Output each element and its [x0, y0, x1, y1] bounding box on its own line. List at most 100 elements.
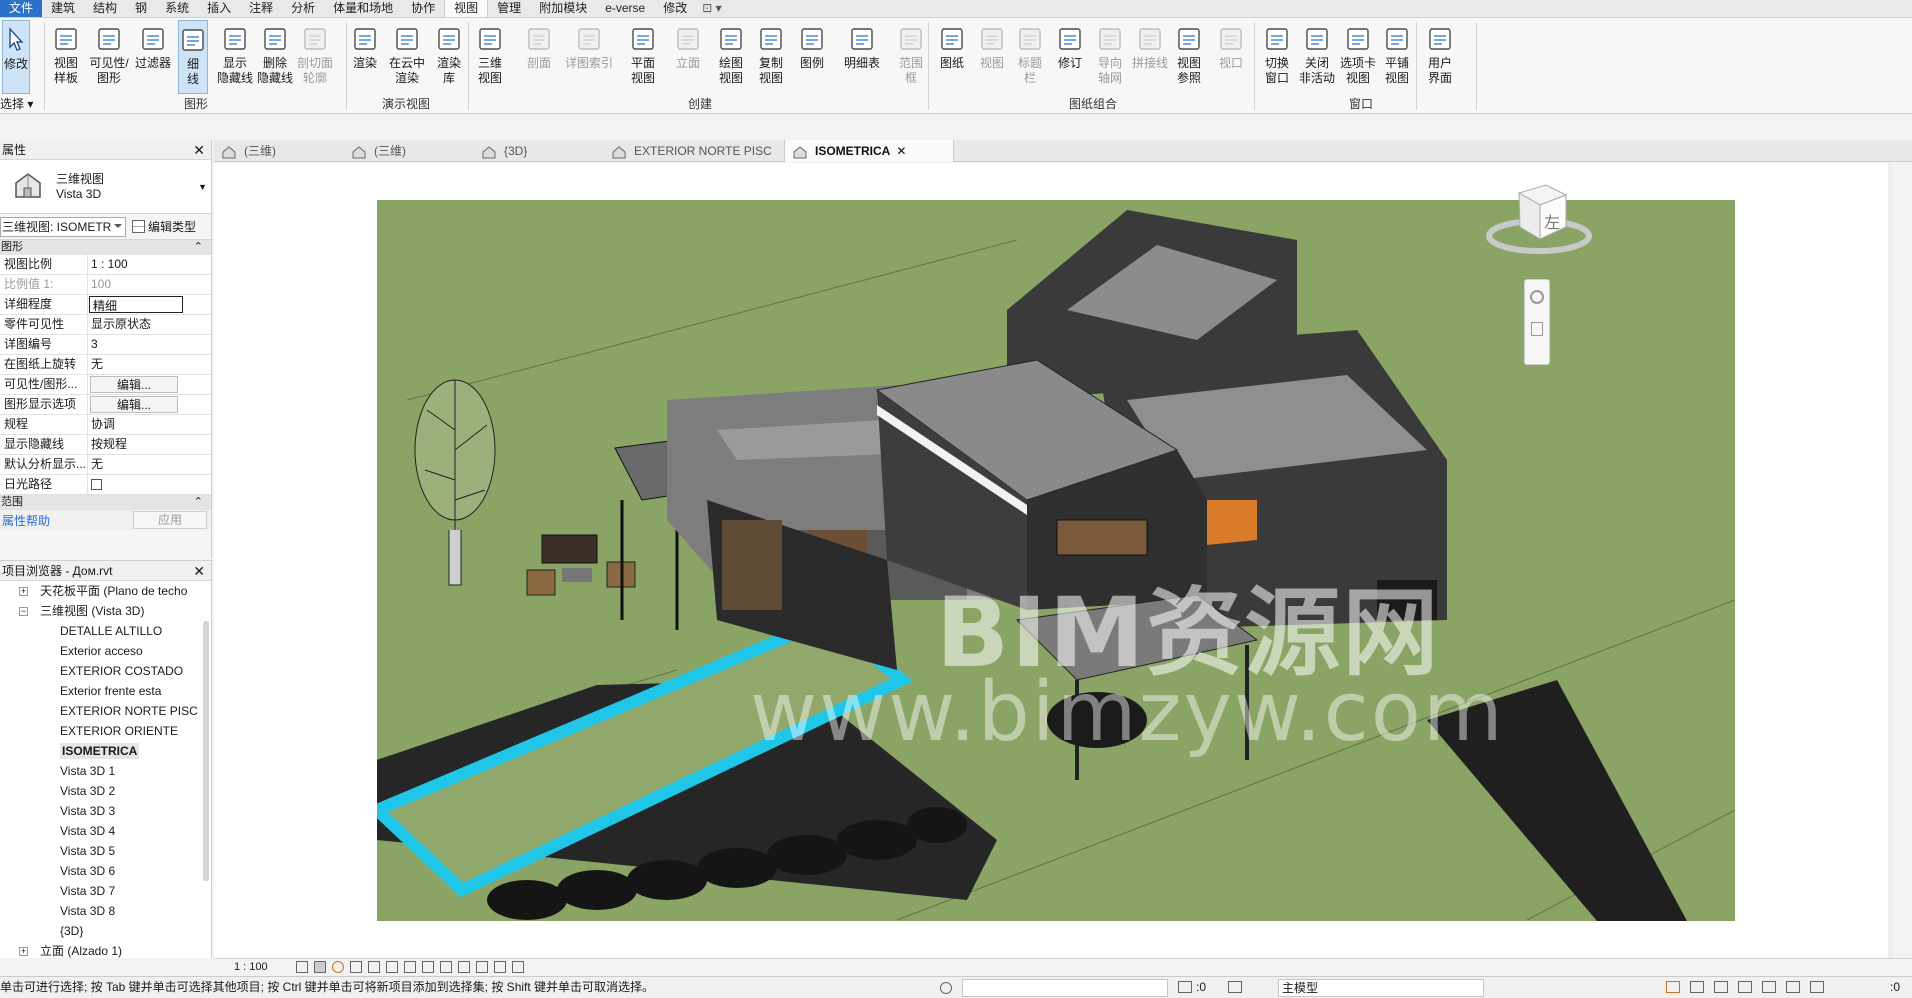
expand-icon[interactable]: +: [19, 947, 28, 956]
crop-view-icon[interactable]: [386, 961, 398, 973]
property-row[interactable]: 视图比例 1 : 100: [0, 255, 211, 275]
schedules-button[interactable]: 明细表: [836, 20, 888, 94]
scope-box-button[interactable]: 范围框: [892, 20, 930, 94]
canvas-scrollbar[interactable]: [1888, 163, 1894, 961]
sun-path-icon[interactable]: [332, 961, 344, 973]
property-row[interactable]: 可见性/图形... 编辑...: [0, 375, 211, 395]
menu-tab-modify[interactable]: 修改: [654, 0, 696, 17]
browser-scrollbar[interactable]: [203, 621, 209, 881]
drafting-view-button[interactable]: 绘图 视图: [712, 20, 750, 94]
property-row[interactable]: 规程 协调: [0, 415, 211, 435]
expand-icon[interactable]: +: [19, 587, 28, 596]
select-dropdown[interactable]: 选择 ▾: [0, 96, 40, 112]
drawing-area[interactable]: BIM资源网 www.bimzyw.com 左: [214, 163, 1894, 961]
property-edit-button[interactable]: 编辑...: [90, 396, 178, 413]
analytical-model-icon[interactable]: [494, 961, 506, 973]
reveal-hidden-icon[interactable]: [458, 961, 470, 973]
render-button[interactable]: 渲染: [346, 20, 384, 94]
type-selector[interactable]: 三维视图 Vista 3D ▼: [0, 160, 211, 214]
legends-button[interactable]: 图例: [792, 20, 832, 94]
view-template-button[interactable]: 视图 样板: [46, 20, 86, 94]
user-interface-button[interactable]: 用户 界面: [1418, 20, 1462, 94]
property-value[interactable]: 显示原状态: [88, 315, 182, 334]
shadows-icon[interactable]: [350, 961, 362, 973]
menu-tab-analyze[interactable]: 分析: [282, 0, 324, 17]
design-option-select[interactable]: 主模型: [1278, 979, 1484, 997]
browser-item[interactable]: DETALLE ALTILLO: [0, 621, 211, 641]
browser-item[interactable]: EXTERIOR NORTE PISC: [0, 701, 211, 721]
hide-isolate-icon[interactable]: [440, 961, 452, 973]
browser-item[interactable]: EXTERIOR COSTADO: [0, 661, 211, 681]
browser-item[interactable]: Vista 3D 7: [0, 881, 211, 901]
render-gallery-button[interactable]: 渲染库: [430, 20, 468, 94]
browser-item[interactable]: EXTERIOR ORIENTE: [0, 721, 211, 741]
menu-tab-manage[interactable]: 管理: [488, 0, 530, 17]
select-underlay-icon[interactable]: [1690, 981, 1704, 993]
sheet-button[interactable]: 图纸: [932, 20, 972, 94]
property-value[interactable]: 协调: [88, 415, 182, 434]
edit-type-button[interactable]: 编辑类型: [132, 218, 196, 235]
view-instance-select[interactable]: 三维视图: ISOMETR: [0, 216, 126, 237]
render-cloud-button[interactable]: 在云中 渲染: [386, 20, 428, 94]
close-icon[interactable]: ✕: [193, 140, 211, 159]
menu-tab-annotate[interactable]: 注释: [240, 0, 282, 17]
property-value[interactable]: 3: [88, 335, 182, 354]
property-value[interactable]: 精细: [89, 296, 183, 313]
3d-view-button[interactable]: 三维 视图: [470, 20, 510, 94]
browser-item[interactable]: Exterior acceso: [0, 641, 211, 661]
duplicate-view-button[interactable]: 复制 视图: [752, 20, 790, 94]
property-row[interactable]: 详图编号 3: [0, 335, 211, 355]
select-by-face-icon[interactable]: [1738, 981, 1752, 993]
section-button[interactable]: 剖面: [520, 20, 558, 94]
property-value[interactable]: 按规程: [88, 435, 182, 454]
property-edit-button[interactable]: 编辑...: [90, 376, 178, 393]
browser-item[interactable]: Vista 3D 3: [0, 801, 211, 821]
browser-item[interactable]: {3D}: [0, 921, 211, 941]
viewports-button[interactable]: 视口: [1212, 20, 1250, 94]
viewcube[interactable]: 左: [1484, 181, 1594, 261]
drag-elements-icon[interactable]: [1762, 981, 1776, 993]
editing-requests-icon[interactable]: [1178, 981, 1192, 993]
menu-tab-systems[interactable]: 系统: [156, 0, 198, 17]
browser-item[interactable]: − 三维视图 (Vista 3D): [0, 601, 211, 621]
visual-style-icon[interactable]: [314, 961, 326, 973]
browser-item[interactable]: Vista 3D 6: [0, 861, 211, 881]
property-value[interactable]: 无: [88, 355, 182, 374]
browser-item[interactable]: Vista 3D 2: [0, 781, 211, 801]
menu-tab-everse[interactable]: e-verse: [596, 0, 654, 17]
temp-properties-icon[interactable]: [476, 961, 488, 973]
menu-tab-addins[interactable]: 附加模块: [530, 0, 596, 17]
browser-item[interactable]: Vista 3D 5: [0, 841, 211, 861]
menu-tab-insert[interactable]: 插入: [198, 0, 240, 17]
browser-item[interactable]: Vista 3D 4: [0, 821, 211, 841]
steering-wheel-icon[interactable]: [1530, 290, 1544, 304]
render-icon[interactable]: [368, 961, 380, 973]
ribbon-options-button[interactable]: ⊡ ▾: [696, 0, 727, 17]
view-tab[interactable]: (三维): [214, 140, 340, 162]
view-tab[interactable]: (三维): [344, 140, 470, 162]
menu-tab-structure[interactable]: 结构: [84, 0, 126, 17]
place-view-button[interactable]: 视图: [974, 20, 1010, 94]
view-tab[interactable]: {3D}: [474, 140, 600, 162]
property-value[interactable]: 1 : 100: [88, 255, 182, 274]
view-reference-button[interactable]: 视图 参照: [1170, 20, 1208, 94]
zoom-icon[interactable]: [1531, 322, 1543, 336]
view-scale[interactable]: 1 : 100: [234, 959, 268, 976]
select-links-icon[interactable]: [1666, 981, 1680, 993]
property-row[interactable]: 零件可见性 显示原状态: [0, 315, 211, 335]
property-row[interactable]: 比例值 1: 100: [0, 275, 211, 295]
browser-item-active[interactable]: ISOMETRICA: [0, 741, 211, 761]
detail-level-icon[interactable]: [296, 961, 308, 973]
thin-lines-button[interactable]: 细线: [178, 20, 208, 94]
tab-views-button[interactable]: 选项卡 视图: [1338, 20, 1378, 94]
property-row[interactable]: 显示隐藏线 按规程: [0, 435, 211, 455]
lock-view-icon[interactable]: [422, 961, 434, 973]
tile-views-button[interactable]: 平铺 视图: [1380, 20, 1414, 94]
worksets-icon[interactable]: [940, 982, 952, 994]
title-block-button[interactable]: 标题栏: [1012, 20, 1048, 94]
property-row[interactable]: 详细程度 精细: [0, 295, 211, 315]
view-tab-active[interactable]: ISOMETRICA ✕: [784, 140, 954, 162]
elevation-button[interactable]: 立面: [668, 20, 708, 94]
close-inactive-button[interactable]: 关闭 非活动: [1298, 20, 1336, 94]
browser-item[interactable]: Vista 3D 8: [0, 901, 211, 921]
